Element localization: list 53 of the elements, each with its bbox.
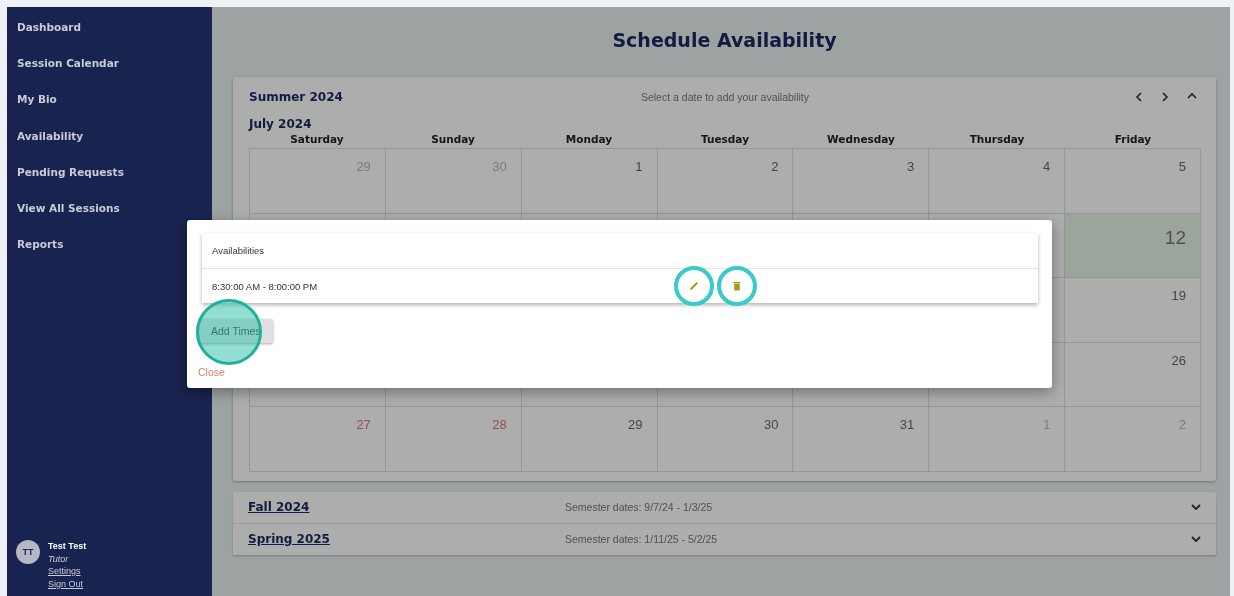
- weekday-header: Friday: [1113, 132, 1153, 147]
- calendar-day[interactable]: 19: [1065, 278, 1201, 343]
- calendar-day[interactable]: 5: [1065, 149, 1201, 214]
- term-row[interactable]: Fall 2024 Semester dates: 9/7/24 - 1/3/25: [233, 491, 1216, 524]
- weekday-header: Sunday: [430, 132, 476, 147]
- semester-dates: Semester dates: 1/11/25 - 5/2/25: [565, 533, 719, 545]
- weekday-header: Saturday: [289, 132, 345, 147]
- calendar-day[interactable]: 12: [1065, 213, 1201, 278]
- user-avatar: TT: [16, 540, 40, 564]
- page-title: Schedule Availability: [612, 29, 837, 53]
- add-times-button[interactable]: Add Times: [198, 319, 273, 343]
- calendar-day[interactable]: 28: [385, 407, 522, 472]
- expand-icon[interactable]: [1191, 503, 1201, 511]
- calendar-day[interactable]: 2: [657, 149, 794, 214]
- list-title: Availabilities: [212, 245, 265, 256]
- sidebar-item[interactable]: Pending Requests: [17, 164, 124, 201]
- sidebar-item[interactable]: Availability: [17, 128, 84, 165]
- expand-icon[interactable]: [1191, 535, 1201, 543]
- weekday-header: Thursday: [968, 132, 1026, 147]
- term-hint: Select a date to add your availability: [640, 91, 810, 103]
- calendar-day[interactable]: 4: [929, 149, 1066, 214]
- chevron-up-icon: [1187, 92, 1197, 100]
- calendar-day[interactable]: 29: [521, 407, 658, 472]
- sidebar-item[interactable]: Session Calendar: [17, 56, 119, 93]
- term-row[interactable]: Spring 2025 Semester dates: 1/11/25 - 5/2/25: [233, 523, 1216, 555]
- weekday-header: Monday: [564, 132, 614, 147]
- sidebar-item[interactable]: Dashboard: [17, 20, 82, 57]
- time-range: 8:30:00 AM - 8:00:00 PM: [212, 280, 319, 292]
- semester-dates: Semester dates: 9/7/24 - 1/3/25: [565, 501, 714, 513]
- calendar-day[interactable]: 30: [657, 407, 794, 472]
- user-role: Tutor: [48, 552, 69, 565]
- account-link[interactable]: Settings: [48, 565, 81, 578]
- close-link[interactable]: Close: [198, 366, 225, 378]
- sidebar-item[interactable]: View All Sessions: [17, 200, 120, 238]
- term-name: Summer 2024: [249, 90, 343, 104]
- sidebar-item[interactable]: Reports: [17, 237, 64, 274]
- user-name: Test Test: [48, 540, 87, 553]
- calendar-day[interactable]: 31: [793, 407, 930, 472]
- account-link[interactable]: Sign Out: [48, 577, 84, 590]
- calendar-day[interactable]: 27: [250, 407, 386, 472]
- weekday-header: Tuesday: [700, 132, 750, 147]
- month-title: July 2024: [249, 117, 312, 131]
- weekday-header: Wednesday: [826, 132, 896, 147]
- sidebar-item[interactable]: My Bio: [17, 92, 57, 129]
- pencil-icon: [689, 281, 699, 291]
- calendar-day[interactable]: 26: [1065, 342, 1201, 407]
- term-link[interactable]: Spring 2025: [248, 532, 565, 546]
- trash-icon: [733, 281, 741, 291]
- chevron-left-icon: [1135, 92, 1143, 102]
- calendar-day[interactable]: 1: [521, 149, 658, 214]
- chevron-right-icon: [1161, 92, 1169, 102]
- calendar-day[interactable]: 3: [793, 149, 930, 214]
- term-link[interactable]: Fall 2024: [248, 500, 565, 514]
